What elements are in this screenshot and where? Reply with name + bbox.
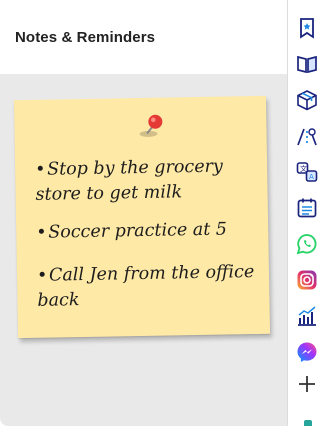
notes-panel: Notes & Reminders •Stop by the grocery s… <box>0 0 287 426</box>
add-icon[interactable] <box>296 373 318 395</box>
instagram-icon[interactable] <box>296 269 318 291</box>
road-map-icon[interactable] <box>296 125 318 147</box>
note-item-text: Stop by the grocery store to get milk <box>35 156 224 205</box>
note-item-text: Call Jen from the office back <box>37 262 255 311</box>
bullet-icon: • <box>36 222 47 243</box>
calendar-icon[interactable] <box>296 197 318 219</box>
note-item: •Call Jen from the office back <box>37 260 258 314</box>
pushpin-icon <box>139 114 163 137</box>
package-box-icon[interactable] <box>296 89 318 111</box>
note-item-text: Soccer practice at 5 <box>48 219 228 243</box>
sticky-note[interactable]: •Stop by the grocery store to get milk •… <box>13 95 271 339</box>
reading-book-icon[interactable] <box>296 53 318 75</box>
panel-title: Notes & Reminders <box>15 28 156 46</box>
translate-icon[interactable]: 文A <box>296 161 318 183</box>
bullet-icon: • <box>34 159 46 180</box>
whatsapp-icon[interactable] <box>296 233 318 255</box>
note-item: •Soccer practice at 5 <box>36 217 256 246</box>
scroll-indicator <box>304 420 312 426</box>
svg-text:A: A <box>309 173 314 181</box>
note-item: •Stop by the grocery store to get milk <box>35 154 256 208</box>
svg-text:文: 文 <box>300 164 307 173</box>
messenger-icon[interactable] <box>296 341 318 363</box>
sidebar: 文A <box>287 0 325 426</box>
chart-icon[interactable] <box>296 305 318 327</box>
panel-header: Notes & Reminders <box>0 0 287 74</box>
bookmark-star-icon[interactable] <box>296 17 318 39</box>
bullet-icon: • <box>36 265 48 286</box>
